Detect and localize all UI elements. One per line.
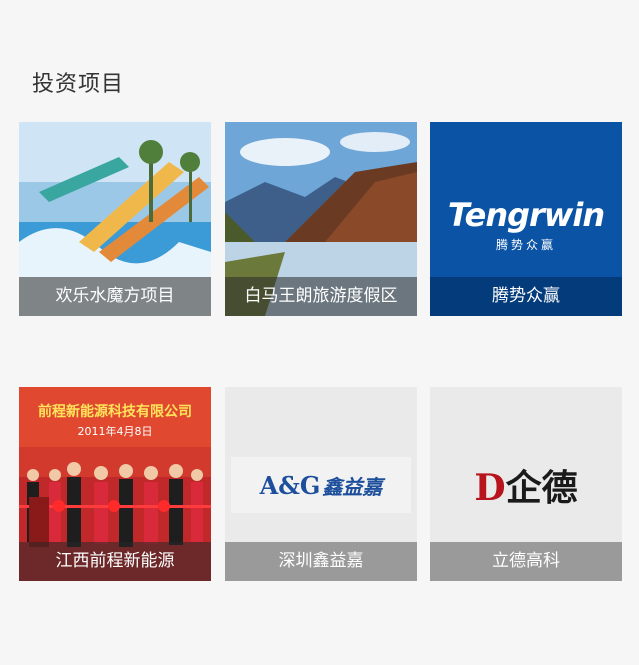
project-card-water-park[interactable]: 欢乐水魔方项目 [19,122,211,316]
project-name: 腾势众赢 [430,277,622,316]
ceremony-banner-date: 2011年4月8日 [77,425,153,438]
tengrwin-logo: Tengrwin 腾势众赢 [447,196,605,252]
project-card-jiangxi-energy[interactable]: 前程新能源科技有限公司 2011年4月8日 江西前程新能源 [19,387,211,581]
project-card-xinyijia[interactable]: A&G 鑫益嘉 深圳鑫益嘉 [225,387,417,581]
project-name: 深圳鑫益嘉 [225,542,417,581]
project-name: 江西前程新能源 [19,542,211,581]
section-title: 投资项目 [32,72,125,97]
project-card-baima-resort[interactable]: 白马王朗旅游度假区 [225,122,417,316]
project-name: 白马王朗旅游度假区 [225,277,417,316]
ag-logo: A&G 鑫益嘉 [231,457,411,513]
ceremony-banner-text: 前程新能源科技有限公司 [38,404,192,420]
project-card-lide[interactable]: D企德 立德高科 [430,387,622,581]
project-name: 立德高科 [430,542,622,581]
project-name: 欢乐水魔方项目 [19,277,211,316]
project-card-tengrwin[interactable]: Tengrwin 腾势众赢 腾势众赢 [430,122,622,316]
lide-logo: D企德 [474,467,578,509]
